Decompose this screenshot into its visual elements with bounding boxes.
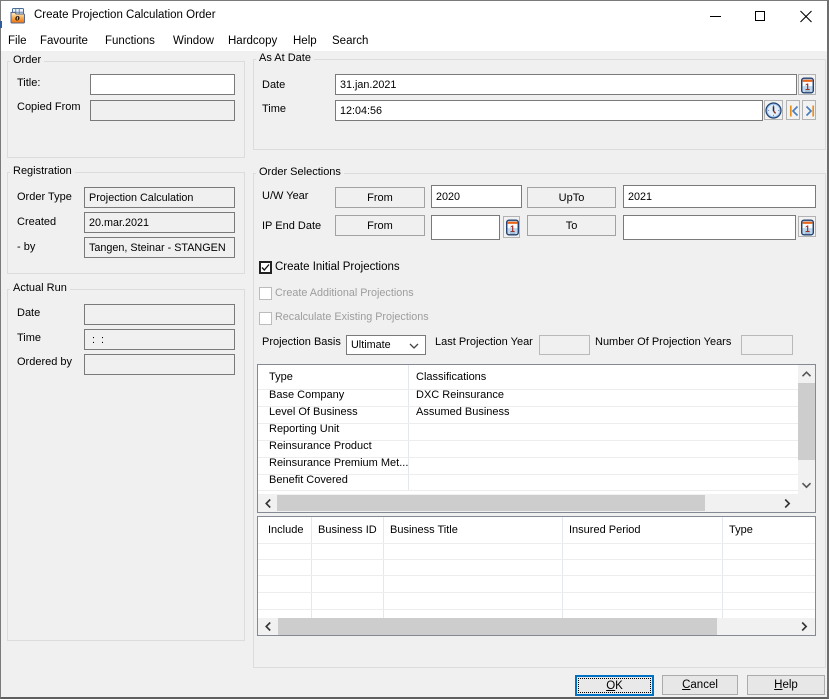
svg-text:1: 1: [805, 223, 810, 233]
svg-text:1: 1: [510, 223, 515, 233]
svg-text:o: o: [15, 13, 20, 23]
svg-text:1: 1: [805, 81, 810, 91]
